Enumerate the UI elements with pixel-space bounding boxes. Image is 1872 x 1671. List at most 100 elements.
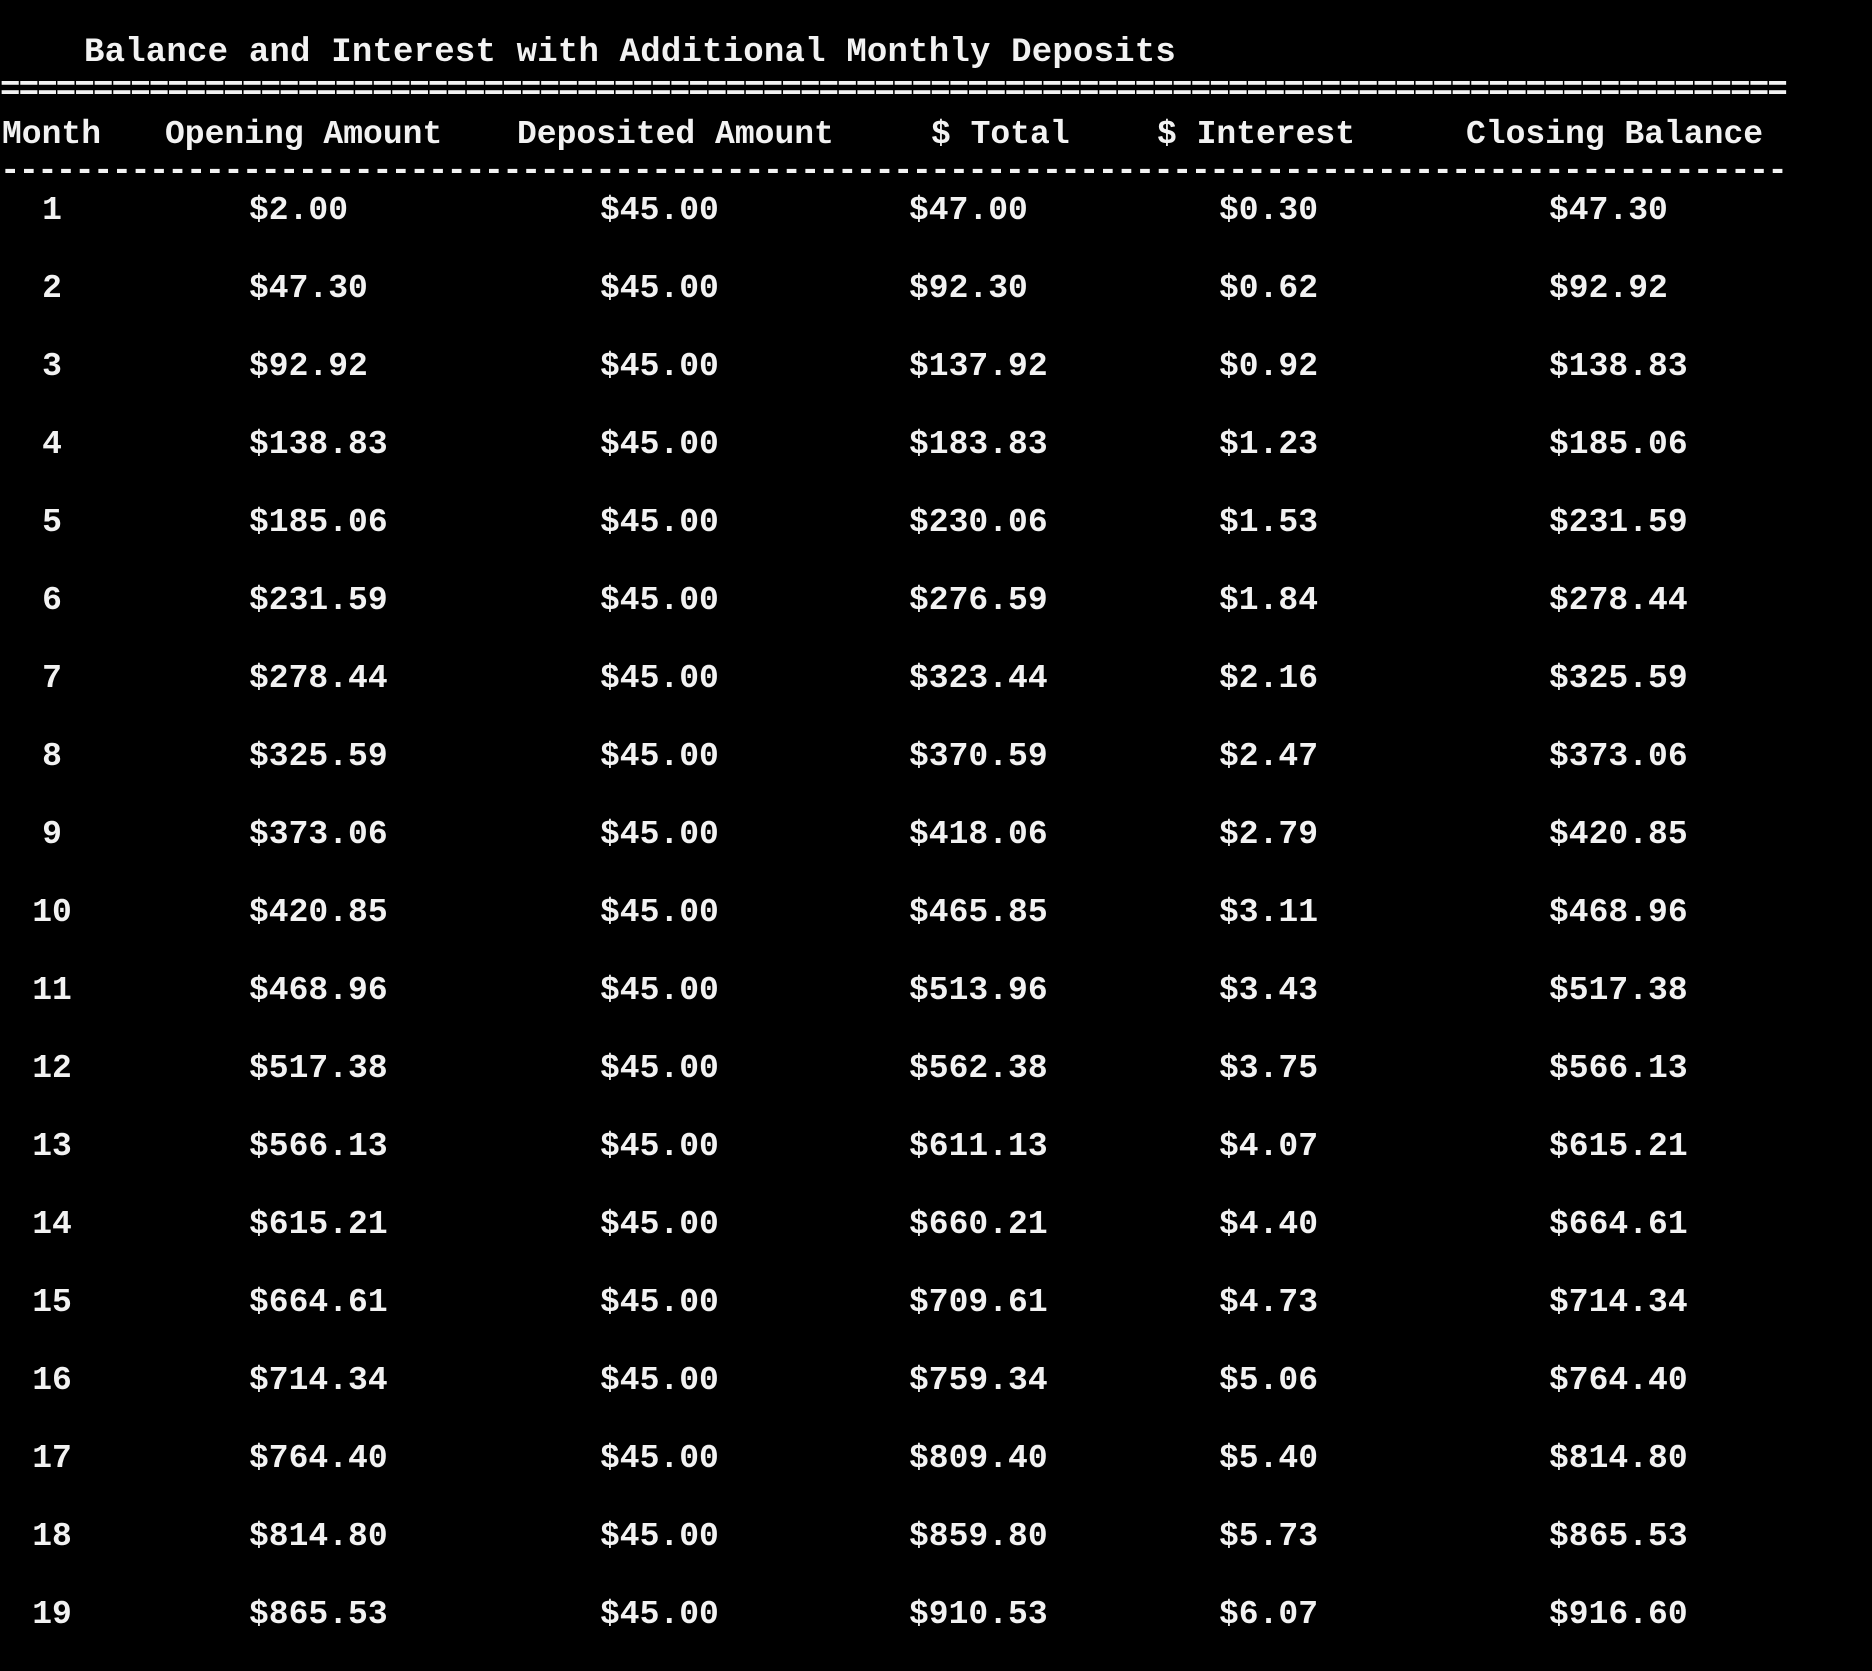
closing-balance-cell: $47.30 (1549, 192, 1668, 229)
opening-amount-cell: $664.61 (249, 1284, 388, 1321)
table-header-row: Month Opening Amount Deposited Amount $ … (0, 113, 1872, 157)
closing-balance-cell: $714.34 (1549, 1284, 1688, 1321)
opening-amount-cell: $231.59 (249, 582, 388, 619)
header-total: $ Total (931, 116, 1070, 153)
interest-cell: $1.53 (1219, 504, 1319, 541)
total-cell: $465.85 (909, 894, 1048, 931)
total-cell: $660.21 (909, 1206, 1048, 1243)
header-deposited-amount: Deposited Amount (517, 116, 834, 153)
closing-balance-cell: $373.06 (1549, 738, 1688, 775)
header-month: Month (2, 116, 102, 153)
interest-cell: $2.16 (1219, 660, 1319, 697)
interest-cell: $4.40 (1219, 1206, 1319, 1243)
month-cell: 8 (42, 738, 62, 775)
opening-amount-cell: $278.44 (249, 660, 388, 697)
table-row: 13 $566.13 $45.00 $611.13 $4.07 $615.21 (0, 1125, 1872, 1203)
table-row: 17 $764.40 $45.00 $809.40 $5.40 $814.80 (0, 1437, 1872, 1515)
closing-balance-cell: $764.40 (1549, 1362, 1688, 1399)
opening-amount-cell: $714.34 (249, 1362, 388, 1399)
closing-balance-cell: $420.85 (1549, 816, 1688, 853)
month-cell: 15 (32, 1284, 72, 1321)
interest-cell: $6.07 (1219, 1596, 1319, 1633)
opening-amount-cell: $615.21 (249, 1206, 388, 1243)
closing-balance-cell: $92.92 (1549, 270, 1668, 307)
deposited-amount-cell: $45.00 (600, 348, 719, 385)
month-cell: 7 (42, 660, 62, 697)
deposited-amount-cell: $45.00 (600, 972, 719, 1009)
deposited-amount-cell: $45.00 (600, 738, 719, 775)
table-row: 2 $47.30 $45.00 $92.30 $0.62 $92.92 (0, 267, 1872, 345)
deposited-amount-cell: $45.00 (600, 192, 719, 229)
total-cell: $370.59 (909, 738, 1048, 775)
table-row: 19 $865.53 $45.00 $910.53 $6.07 $916.60 (0, 1593, 1872, 1671)
header-closing-balance: Closing Balance (1466, 116, 1764, 153)
deposited-amount-cell: $45.00 (600, 894, 719, 931)
closing-balance-cell: $185.06 (1549, 426, 1688, 463)
closing-balance-cell: $664.61 (1549, 1206, 1688, 1243)
interest-cell: $2.47 (1219, 738, 1319, 775)
total-cell: $859.80 (909, 1518, 1048, 1555)
deposited-amount-cell: $45.00 (600, 1596, 719, 1633)
table-row: 14 $615.21 $45.00 $660.21 $4.40 $664.61 (0, 1203, 1872, 1281)
closing-balance-cell: $325.59 (1549, 660, 1688, 697)
interest-cell: $2.79 (1219, 816, 1319, 853)
month-cell: 3 (42, 348, 62, 385)
interest-cell: $0.62 (1219, 270, 1319, 307)
table-row: 18 $814.80 $45.00 $859.80 $5.73 $865.53 (0, 1515, 1872, 1593)
table-row: 11 $468.96 $45.00 $513.96 $3.43 $517.38 (0, 969, 1872, 1047)
table-row: 8 $325.59 $45.00 $370.59 $2.47 $373.06 (0, 735, 1872, 813)
double-rule-divider: ========================================… (0, 74, 1788, 108)
month-cell: 5 (42, 504, 62, 541)
month-cell: 12 (32, 1050, 72, 1087)
total-cell: $230.06 (909, 504, 1048, 541)
total-cell: $513.96 (909, 972, 1048, 1009)
total-cell: $759.34 (909, 1362, 1048, 1399)
table-row: 16 $714.34 $45.00 $759.34 $5.06 $764.40 (0, 1359, 1872, 1437)
table-row: 15 $664.61 $45.00 $709.61 $4.73 $714.34 (0, 1281, 1872, 1359)
month-cell: 9 (42, 816, 62, 853)
interest-cell: $1.23 (1219, 426, 1319, 463)
interest-cell: $5.40 (1219, 1440, 1319, 1477)
opening-amount-cell: $764.40 (249, 1440, 388, 1477)
month-cell: 10 (32, 894, 72, 931)
total-cell: $418.06 (909, 816, 1048, 853)
opening-amount-cell: $373.06 (249, 816, 388, 853)
table-row: 6 $231.59 $45.00 $276.59 $1.84 $278.44 (0, 579, 1872, 657)
month-cell: 19 (32, 1596, 72, 1633)
table-row: 4 $138.83 $45.00 $183.83 $1.23 $185.06 (0, 423, 1872, 501)
deposited-amount-cell: $45.00 (600, 660, 719, 697)
month-cell: 2 (42, 270, 62, 307)
total-cell: $47.00 (909, 192, 1028, 229)
month-cell: 14 (32, 1206, 72, 1243)
interest-cell: $3.11 (1219, 894, 1319, 931)
month-cell: 4 (42, 426, 62, 463)
table-row: 5 $185.06 $45.00 $230.06 $1.53 $231.59 (0, 501, 1872, 579)
opening-amount-cell: $468.96 (249, 972, 388, 1009)
total-cell: $276.59 (909, 582, 1048, 619)
month-cell: 1 (42, 192, 62, 229)
month-cell: 18 (32, 1518, 72, 1555)
closing-balance-cell: $916.60 (1549, 1596, 1688, 1633)
opening-amount-cell: $325.59 (249, 738, 388, 775)
table-body: 1 $2.00 $45.00 $47.00 $0.30 $47.30 2 $47.30 $45.… (0, 189, 1872, 1671)
deposited-amount-cell: $45.00 (600, 1050, 719, 1087)
interest-cell: $0.30 (1219, 192, 1319, 229)
opening-amount-cell: $566.13 (249, 1128, 388, 1165)
table-row: 3 $92.92 $45.00 $137.92 $0.92 $138.83 (0, 345, 1872, 423)
opening-amount-cell: $420.85 (249, 894, 388, 931)
opening-amount-cell: $185.06 (249, 504, 388, 541)
opening-amount-cell: $517.38 (249, 1050, 388, 1087)
month-cell: 16 (32, 1362, 72, 1399)
total-cell: $183.83 (909, 426, 1048, 463)
closing-balance-cell: $865.53 (1549, 1518, 1688, 1555)
month-cell: 11 (32, 972, 72, 1009)
closing-balance-cell: $566.13 (1549, 1050, 1688, 1087)
table-row: 10 $420.85 $45.00 $465.85 $3.11 $468.96 (0, 891, 1872, 969)
month-cell: 6 (42, 582, 62, 619)
table-row: 7 $278.44 $45.00 $323.44 $2.16 $325.59 (0, 657, 1872, 735)
table-row: 12 $517.38 $45.00 $562.38 $3.75 $566.13 (0, 1047, 1872, 1125)
table-row: 1 $2.00 $45.00 $47.00 $0.30 $47.30 (0, 189, 1872, 267)
single-rule-divider: ----------------------------------------… (0, 155, 1788, 189)
deposited-amount-cell: $45.00 (600, 816, 719, 853)
terminal-window[interactable]: Balance and Interest with Additional Mon… (0, 0, 1872, 1642)
